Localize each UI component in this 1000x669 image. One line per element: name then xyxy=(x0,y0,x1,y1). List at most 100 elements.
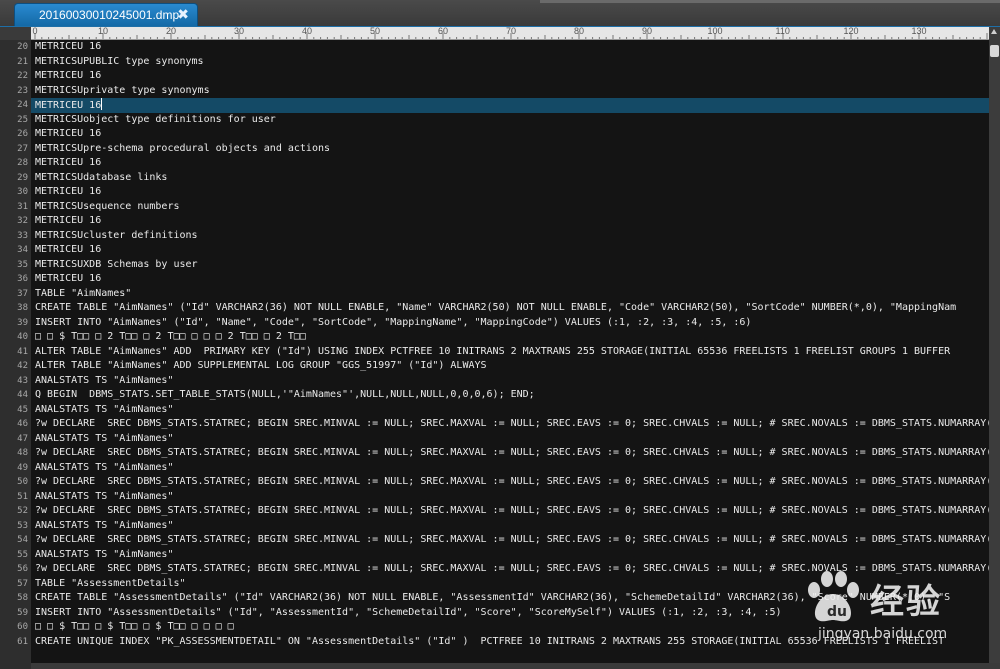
editor-line[interactable]: CREATE TABLE "AimNames" ("Id" VARCHAR2(3… xyxy=(31,301,989,316)
editor-line[interactable]: METRICSUsequence numbers xyxy=(31,200,989,215)
line-number: 38 xyxy=(17,303,28,313)
editor-line-text: TABLE "AssessmentDetails" xyxy=(35,577,186,589)
line-number: 49 xyxy=(17,462,28,473)
editor-line-text: METRICEU 16 xyxy=(35,157,102,168)
editor-line-text: METRICSUdatabase links xyxy=(35,171,168,183)
editor-line-text: METRICSUobject type definitions for user xyxy=(35,113,276,125)
editor-line[interactable]: ?w DECLARE SREC DBMS_STATS.STATREC; BEGI… xyxy=(31,417,989,432)
editor-line[interactable]: ?w DECLARE SREC DBMS_STATS.STATREC; BEGI… xyxy=(31,562,989,577)
editor-line-text: INSERT INTO "AssessmentDetails" ("Id", "… xyxy=(35,606,782,618)
editor-line[interactable]: METRICSUPUBLIC type synonyms xyxy=(31,55,989,70)
line-number: 26 xyxy=(17,129,28,139)
text-editor-area[interactable]: METRICEU 16 METRICSUPUBLIC type synonyms M… xyxy=(31,40,989,663)
scroll-up-arrow-icon[interactable] xyxy=(991,29,997,34)
line-number: 48 xyxy=(17,448,28,458)
editor-line-text: □ □ $ T□□ □ $ T□□ □ $ T□□ □ □ □ □ xyxy=(35,621,234,632)
editor-line-text: ANALSTATS TS "AimNames" xyxy=(35,519,174,531)
editor-line[interactable]: METRICSUcluster definitions xyxy=(31,229,989,244)
editor-line[interactable]: METRICSUXDB Schemas by user xyxy=(31,258,989,273)
line-number: 41 xyxy=(17,346,28,357)
line-number: 59 xyxy=(17,607,28,618)
editor-line-text: INSERT INTO "AimNames" ("Id", "Name", "C… xyxy=(35,316,752,328)
editor-line[interactable]: ALTER TABLE "AimNames" ADD SUPPLEMENTAL … xyxy=(31,359,989,374)
ruler-label: 120 xyxy=(843,27,859,36)
editor-line[interactable]: CREATE TABLE "AssessmentDetails" ("Id" V… xyxy=(31,591,989,606)
editor-line[interactable]: ANALSTATS TS "AimNames" xyxy=(31,432,989,447)
editor-line-text: ANALSTATS TS "AimNames" xyxy=(35,374,174,386)
editor-line[interactable]: ?w DECLARE SREC DBMS_STATS.STATREC; BEGI… xyxy=(31,446,989,461)
tab-dmp-file[interactable]: 20160030010245001.dmp ✖ xyxy=(14,3,198,26)
ruler-label: 90 xyxy=(642,27,653,36)
line-number: 36 xyxy=(17,274,28,284)
editor-line-text: METRICSUcluster definitions xyxy=(35,229,198,241)
editor-line[interactable]: CREATE UNIQUE INDEX "PK_ASSESSMENTDETAIL… xyxy=(31,635,989,650)
ruler-label: 40 xyxy=(302,27,313,36)
editor-line[interactable]: □ □ $ T□□ □ $ T□□ □ $ T□□ □ □ □ □ xyxy=(31,620,989,635)
editor-line[interactable]: □ □ $ T□□ □ 2 T□□ □ 2 T□□ □ □ □ 2 T□□ □ … xyxy=(31,330,989,345)
ruler-label: 130 xyxy=(911,27,927,36)
vertical-scrollbar[interactable] xyxy=(989,27,1000,663)
line-number: 30 xyxy=(17,187,28,197)
editor-line[interactable]: Q BEGIN DBMS_STATS.SET_TABLE_STATS(NULL,… xyxy=(31,388,989,403)
editor-line[interactable]: TABLE "AimNames" xyxy=(31,287,989,302)
ruler-label: 50 xyxy=(370,27,381,36)
line-number: 60 xyxy=(17,622,28,632)
editor-line[interactable]: METRICEU 16 xyxy=(31,156,989,171)
ruler-label: 30 xyxy=(234,27,245,36)
editor-line[interactable]: ANALSTATS TS "AimNames" xyxy=(31,403,989,418)
editor-line[interactable]: METRICSUprivate type synonyms xyxy=(31,84,989,99)
editor-line[interactable]: INSERT INTO "AimNames" ("Id", "Name", "C… xyxy=(31,316,989,331)
editor-line[interactable]: METRICEU 16 xyxy=(31,127,989,142)
editor-line-text: ANALSTATS TS "AimNames" xyxy=(35,461,174,473)
editor-line[interactable]: ALTER TABLE "AimNames" ADD PRIMARY KEY (… xyxy=(31,345,989,360)
editor-line[interactable]: METRICSUobject type definitions for user xyxy=(31,113,989,128)
editor-line-text: ANALSTATS TS "AimNames" xyxy=(35,403,174,415)
editor-line-text: METRICEU 16 xyxy=(35,273,102,284)
editor-line-text: METRICSUXDB Schemas by user xyxy=(35,258,198,270)
editor-line[interactable]: METRICEU 16 xyxy=(31,243,989,258)
line-number: 54 xyxy=(17,535,28,545)
editor-line[interactable]: METRICEU 16 xyxy=(31,69,989,84)
editor-line-text: METRICEU 16 xyxy=(35,41,102,52)
close-icon[interactable]: ✖ xyxy=(177,6,189,22)
editor-line[interactable]: TABLE "AssessmentDetails" xyxy=(31,577,989,592)
editor-line[interactable]: METRICEU 16 xyxy=(31,98,989,113)
line-number: 21 xyxy=(17,56,28,67)
editor-line-text: ALTER TABLE "AimNames" ADD PRIMARY KEY (… xyxy=(35,345,951,357)
tab-bar: 20160030010245001.dmp ✖ xyxy=(0,0,1000,27)
editor-line[interactable]: ANALSTATS TS "AimNames" xyxy=(31,519,989,534)
scrollbar-thumb[interactable] xyxy=(990,45,999,57)
editor-line-text: METRICSUpre-schema procedural objects an… xyxy=(35,142,331,154)
editor-line[interactable]: ?w DECLARE SREC DBMS_STATS.STATREC; BEGI… xyxy=(31,475,989,490)
editor-line[interactable]: ANALSTATS TS "AimNames" xyxy=(31,490,989,505)
editor-line[interactable]: INSERT INTO "AssessmentDetails" ("Id", "… xyxy=(31,606,989,621)
text-caret xyxy=(101,98,103,110)
line-number: 50 xyxy=(17,477,28,487)
editor-line[interactable]: ?w DECLARE SREC DBMS_STATS.STATREC; BEGI… xyxy=(31,533,989,548)
editor-line[interactable]: METRICSUpre-schema procedural objects an… xyxy=(31,142,989,157)
editor-line-text: CREATE UNIQUE INDEX "PK_ASSESSMENTDETAIL… xyxy=(35,635,945,647)
ruler-label: 10 xyxy=(98,27,109,36)
editor-line[interactable]: ANALSTATS TS "AimNames" xyxy=(31,374,989,389)
line-number: 35 xyxy=(17,259,28,270)
column-ruler: 0 10 20 30 40 50 60 70 80 90 100 110 120 130 xyxy=(31,27,989,40)
editor-line[interactable]: ANALSTATS TS "AimNames" xyxy=(31,461,989,476)
editor-line-text: METRICSUprivate type synonyms xyxy=(35,84,210,96)
line-number: 25 xyxy=(17,114,28,125)
line-number: 42 xyxy=(17,361,28,371)
line-number: 39 xyxy=(17,317,28,328)
editor-line-text: ?w DECLARE SREC DBMS_STATS.STATREC; BEGI… xyxy=(35,534,989,545)
line-number: 23 xyxy=(17,85,28,96)
editor-line[interactable]: METRICEU 16 xyxy=(31,272,989,287)
editor-line-text: ?w DECLARE SREC DBMS_STATS.STATREC; BEGI… xyxy=(35,418,989,429)
line-number: 29 xyxy=(17,172,28,183)
line-number: 20 xyxy=(17,42,28,52)
horizontal-scrollbar[interactable] xyxy=(31,663,1000,669)
editor-line[interactable]: ?w DECLARE SREC DBMS_STATS.STATREC; BEGI… xyxy=(31,504,989,519)
editor-line[interactable]: METRICEU 16 xyxy=(31,214,989,229)
editor-line[interactable]: METRICEU 16 xyxy=(31,185,989,200)
editor-line[interactable]: ANALSTATS TS "AimNames" xyxy=(31,548,989,563)
editor-line[interactable]: METRICSUdatabase links xyxy=(31,171,989,186)
ruler-label: 70 xyxy=(506,27,517,36)
editor-line[interactable]: METRICEU 16 xyxy=(31,40,989,55)
